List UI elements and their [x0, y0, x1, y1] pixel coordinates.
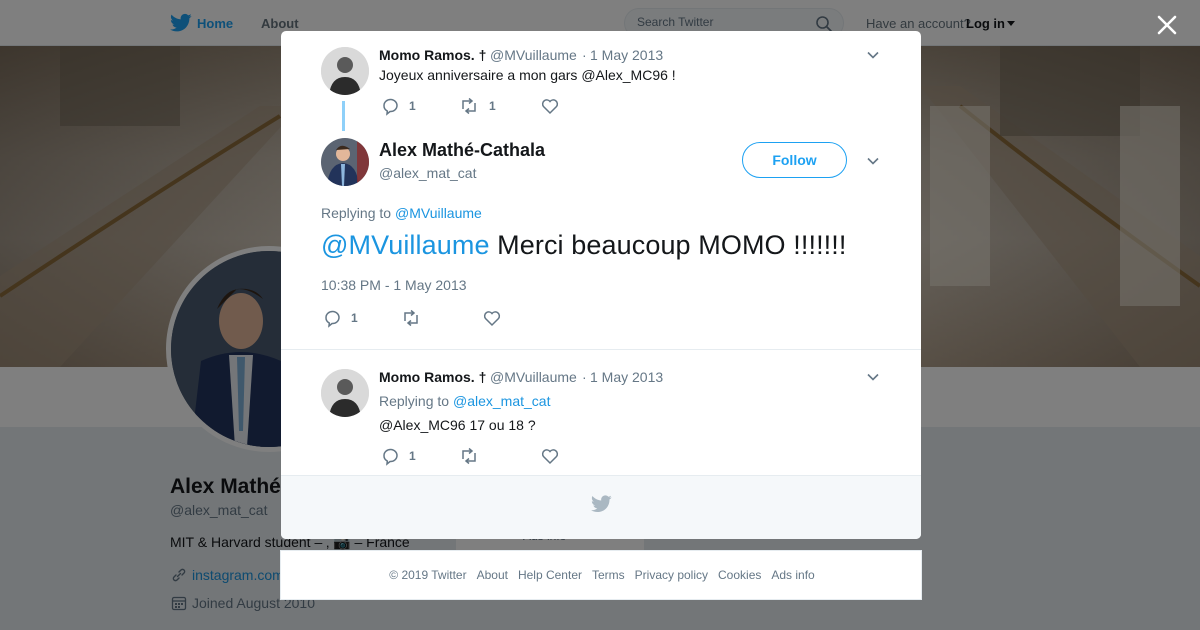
main-tweet-body: Merci beaucoup MOMO !!!!!!!: [489, 230, 847, 260]
footer-link-about[interactable]: About: [477, 568, 508, 582]
thread-connector: [342, 101, 345, 131]
like-icon[interactable]: [540, 446, 560, 466]
tweet-author-name[interactable]: Momo Ramos. †: [379, 47, 486, 63]
reply-count: 1: [409, 449, 416, 463]
reply-count: 1: [351, 311, 358, 325]
close-icon[interactable]: [1154, 12, 1180, 38]
like-icon[interactable]: [482, 308, 502, 328]
avatar[interactable]: [321, 369, 369, 417]
tweet-author-name[interactable]: Momo Ramos. †: [379, 369, 486, 385]
footer-link-privacy-policy[interactable]: Privacy policy: [635, 568, 708, 582]
tweet-date[interactable]: 1 May 2013: [590, 369, 663, 385]
retweet-icon[interactable]: [459, 96, 479, 116]
main-tweet-mention-link[interactable]: @MVuillaume: [321, 230, 490, 260]
reply-icon[interactable]: [381, 96, 401, 116]
avatar-image: [321, 138, 369, 186]
footer-copyright: © 2019 Twitter: [389, 568, 467, 582]
chevron-down-icon[interactable]: [865, 153, 881, 169]
tweet-meta-separator: ·: [582, 369, 587, 385]
tweet-divider: [281, 349, 921, 350]
main-tweet-text: @MVuillaume Merci beaucoup MOMO !!!!!!!: [321, 230, 846, 261]
avatar[interactable]: [321, 138, 369, 186]
tweet-date[interactable]: 1 May 2013: [590, 47, 663, 63]
modal-footer: [281, 475, 921, 539]
retweet-count: 1: [489, 99, 496, 113]
footer-link-cookies[interactable]: Cookies: [718, 568, 761, 582]
tweet-meta-separator: ·: [582, 47, 587, 63]
avatar[interactable]: [321, 47, 369, 95]
page-footer: © 2019 Twitter About Help Center Terms Priva…: [280, 550, 922, 600]
like-icon[interactable]: [540, 96, 560, 116]
retweet-icon[interactable]: [459, 446, 479, 466]
twitter-bird-icon: [591, 495, 612, 513]
tweet-author-name[interactable]: Alex Mathé-Cathala: [379, 140, 545, 161]
footer-link-help-center[interactable]: Help Center: [518, 568, 582, 582]
replying-to-handle-link[interactable]: @alex_mat_cat: [453, 393, 550, 409]
chevron-down-icon[interactable]: [865, 369, 881, 385]
reply-icon[interactable]: [381, 446, 401, 466]
footer-links: © 2019 Twitter About Help Center Terms Priva…: [281, 568, 923, 582]
retweet-icon[interactable]: [401, 308, 421, 328]
footer-link-terms[interactable]: Terms: [592, 568, 625, 582]
tweet-author-handle[interactable]: @alex_mat_cat: [379, 165, 476, 181]
chevron-down-icon[interactable]: [865, 47, 881, 63]
footer-link-ads-info[interactable]: Ads info: [771, 568, 814, 582]
replying-to-label: Replying to: [379, 393, 450, 409]
tweet-text: @Alex_MC96 17 ou 18 ?: [379, 417, 536, 433]
tweet-modal: Momo Ramos. † @MVuillaume · 1 May 2013 J…: [281, 31, 921, 539]
avatar-image: [321, 369, 369, 417]
main-tweet-timestamp[interactable]: 10:38 PM - 1 May 2013: [321, 277, 467, 293]
replying-to-handle-link[interactable]: @MVuillaume: [395, 205, 482, 221]
reply-icon[interactable]: [323, 308, 343, 328]
tweet-author-handle[interactable]: @MVuillaume: [490, 47, 577, 63]
avatar-image: [321, 47, 369, 95]
follow-button[interactable]: Follow: [742, 142, 847, 178]
replying-to-label: Replying to: [321, 205, 392, 221]
reply-count: 1: [409, 99, 416, 113]
tweet-text: Joyeux anniversaire a mon gars @Alex_MC9…: [379, 67, 676, 83]
tweet-author-handle[interactable]: @MVuillaume: [490, 369, 577, 385]
